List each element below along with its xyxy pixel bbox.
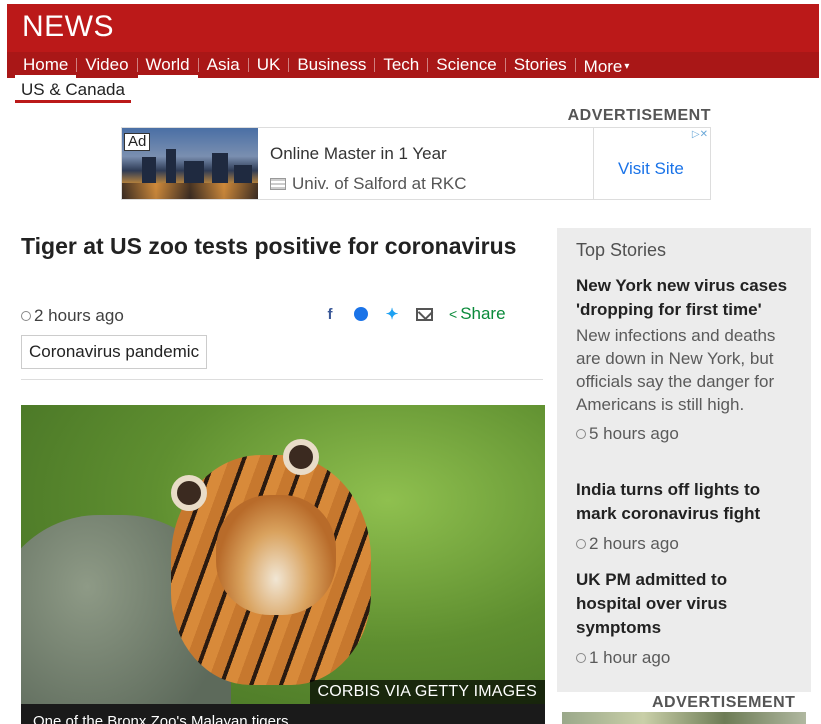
divider xyxy=(21,379,543,380)
clock-icon xyxy=(576,653,586,663)
top-story-item[interactable]: New York new virus cases 'dropping for f… xyxy=(576,274,796,444)
top-story-summary: New infections and deaths are down in Ne… xyxy=(576,326,776,414)
news-logo[interactable]: NEWS xyxy=(22,10,114,44)
top-story-timestamp: 5 hours ago xyxy=(576,424,796,444)
nav-item-asia[interactable]: Asia xyxy=(199,52,248,78)
ad-image-building xyxy=(184,161,204,183)
nav-item-tech[interactable]: Tech xyxy=(375,52,427,78)
university-logo-icon xyxy=(270,178,286,190)
ad-divider xyxy=(593,128,594,199)
top-story-time: 2 hours ago xyxy=(589,534,679,553)
ad-choices-icon[interactable]: ▷✕ xyxy=(692,129,708,140)
email-icon[interactable] xyxy=(416,307,433,321)
nav-item-science[interactable]: Science xyxy=(428,52,504,78)
top-story-item[interactable]: UK PM admitted to hospital over virus sy… xyxy=(576,568,796,668)
image-caption: One of the Bronx Zoo's Malayan tigers xyxy=(33,713,289,724)
advertisement-label: ADVERTISEMENT xyxy=(567,107,711,124)
top-stories-heading: Top Stories xyxy=(576,240,667,260)
top-story-time: 1 hour ago xyxy=(589,648,671,667)
messenger-icon[interactable] xyxy=(354,307,368,321)
ad-image-building xyxy=(166,149,176,183)
clock-icon xyxy=(576,539,586,549)
top-story-title[interactable]: UK PM admitted to hospital over virus sy… xyxy=(576,568,796,640)
hero-tiger-face xyxy=(216,495,336,615)
clock-icon xyxy=(21,311,31,321)
share-tools: f ✦ < Share xyxy=(322,303,506,325)
hero-tiger-ear xyxy=(283,439,319,475)
top-story-timestamp: 1 hour ago xyxy=(576,648,796,668)
hero-tiger-ear xyxy=(171,475,207,511)
visit-site-button[interactable]: Visit Site xyxy=(618,159,684,179)
site-header: NEWS Home Video World Asia UK Business T… xyxy=(7,4,819,78)
top-story-item[interactable]: India turns off lights to mark coronavir… xyxy=(576,478,796,554)
ad-banner[interactable]: Ad Online Master in 1 Year Univ. of Salf… xyxy=(121,127,711,200)
ad-title[interactable]: Online Master in 1 Year xyxy=(270,144,447,164)
ad-source: Univ. of Salford at RKC xyxy=(270,174,466,194)
nav-item-home[interactable]: Home xyxy=(15,52,77,78)
advertisement-label: ADVERTISEMENT xyxy=(652,694,796,711)
facebook-icon[interactable]: f xyxy=(322,306,338,323)
article-time: 2 hours ago xyxy=(34,306,124,325)
subnav-item-us-canada[interactable]: US & Canada xyxy=(15,80,131,103)
twitter-icon[interactable]: ✦ xyxy=(384,305,400,323)
topic-tag[interactable]: Coronavirus pandemic xyxy=(21,335,208,369)
subnav: US & Canada xyxy=(15,80,131,104)
share-button[interactable]: < Share xyxy=(449,304,506,324)
share-icon: < xyxy=(449,306,458,322)
ad-image-building xyxy=(142,157,156,183)
top-story-title[interactable]: New York new virus cases 'dropping for f… xyxy=(576,274,796,322)
ad-image-building xyxy=(212,153,228,183)
share-label: Share xyxy=(460,304,506,323)
top-story-timestamp: 2 hours ago xyxy=(576,534,796,554)
image-credit: CORBIS VIA GETTY IMAGES xyxy=(309,680,545,704)
nav-item-stories[interactable]: Stories xyxy=(506,52,575,78)
nav-item-uk[interactable]: UK xyxy=(249,52,289,78)
nav-item-business[interactable]: Business xyxy=(289,52,374,78)
nav-item-video[interactable]: Video xyxy=(77,52,136,78)
ad-image[interactable]: Ad xyxy=(122,128,258,199)
top-story-title[interactable]: India turns off lights to mark coronavir… xyxy=(576,478,796,526)
ad-image-water xyxy=(122,183,258,199)
nav-more-button[interactable]: More ▾ xyxy=(576,52,638,78)
caption-bar: One of the Bronx Zoo's Malayan tigers xyxy=(21,704,545,724)
article-hero-image: CORBIS VIA GETTY IMAGES One of the Bronx… xyxy=(21,405,545,724)
caret-down-icon: ▾ xyxy=(624,61,630,72)
article-headline: Tiger at US zoo tests positive for coron… xyxy=(21,233,517,259)
top-story-time: 5 hours ago xyxy=(589,424,679,443)
top-stories-panel: Top Stories New York new virus cases 'dr… xyxy=(557,228,811,692)
side-ad-image[interactable] xyxy=(562,712,806,724)
nav-more-label: More xyxy=(583,57,623,76)
ad-source-label: Univ. of Salford at RKC xyxy=(292,174,467,193)
nav-item-world[interactable]: World xyxy=(137,52,198,78)
clock-icon xyxy=(576,429,586,439)
main-nav: Home Video World Asia UK Business Tech S… xyxy=(7,52,819,78)
article-timestamp: 2 hours ago xyxy=(21,306,124,326)
ad-image-building xyxy=(234,165,252,183)
ad-badge: Ad xyxy=(124,133,151,151)
